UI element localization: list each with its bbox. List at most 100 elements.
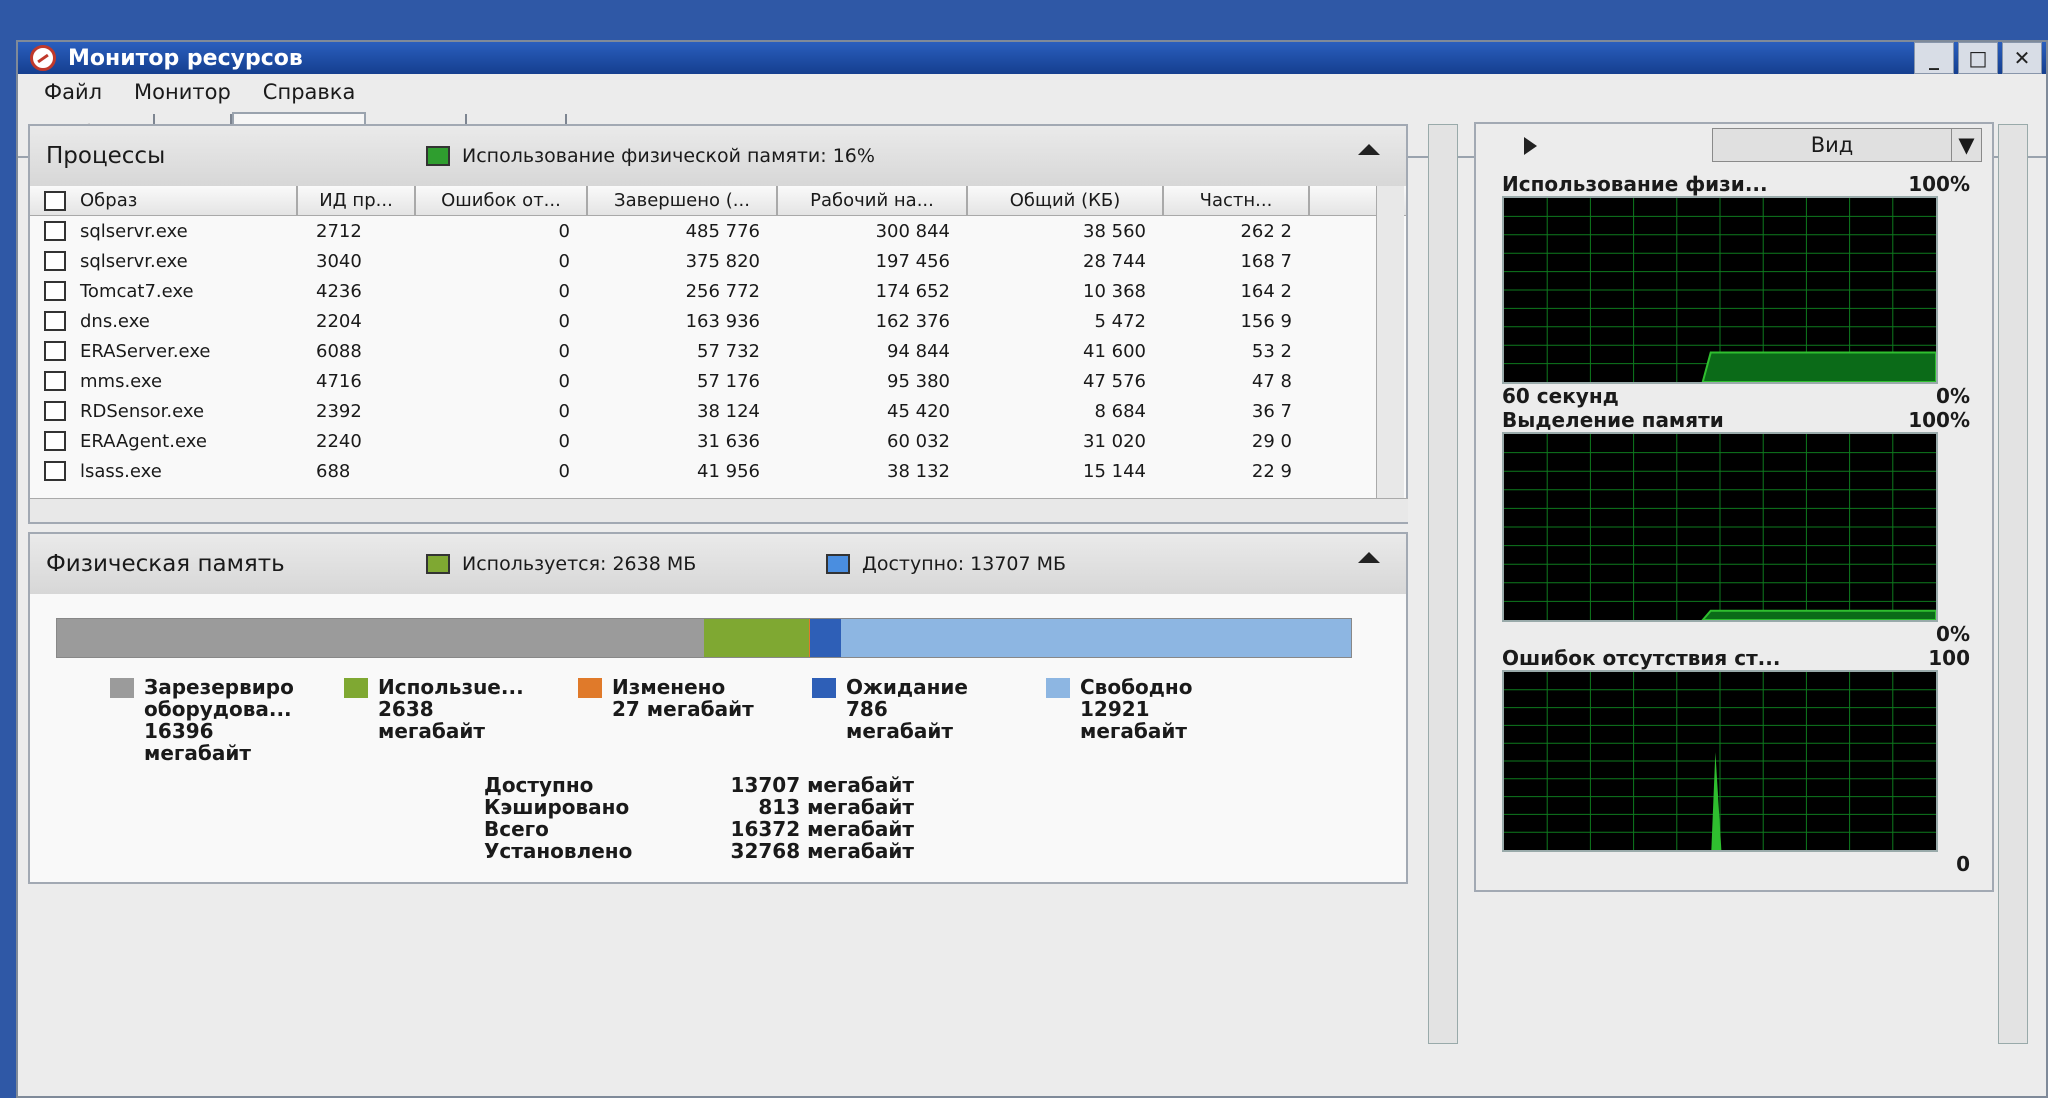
table-cell: 300 844	[875, 220, 950, 242]
title-bar[interactable]: Монитор ресурсов _ □ ✕	[18, 42, 2046, 74]
table-cell: 0	[558, 280, 570, 302]
legend-line: Свободно	[1080, 675, 1193, 699]
collapse-processes-icon[interactable]	[1358, 144, 1380, 155]
table-row[interactable]: ERAAgent.exe 2240 0 31 636 60 032 31 020 29 0	[30, 426, 1406, 456]
graph-footer-row: 0%	[1476, 622, 1992, 646]
process-table-header: Образ ИД пр... Ошибок от... Завершено (... Р…	[30, 186, 1406, 216]
graph-max: 100	[1928, 646, 1970, 670]
table-cell: sqlservr.exe	[30, 251, 298, 272]
legend-line: мегабайт	[378, 719, 485, 743]
table-row[interactable]: sqlservr.exe 3040 0 375 820 197 456 28 744 168…	[30, 246, 1406, 276]
view-dropdown[interactable]: Вид ▼	[1712, 128, 1982, 162]
process-name: mms.exe	[80, 370, 163, 392]
column-header-5[interactable]: Общий (КБ)	[968, 186, 1164, 215]
side-vertical-scrollbar[interactable]	[1998, 124, 2028, 1044]
table-cell: Tomcat7.exe	[30, 281, 298, 302]
table-cell: 375 820	[685, 250, 760, 272]
table-cell: 0	[558, 310, 570, 332]
process-horizontal-scrollbar[interactable]	[30, 498, 1408, 522]
process-checkbox[interactable]	[44, 401, 66, 421]
main-vertical-scrollbar[interactable]	[1428, 124, 1458, 1044]
table-row[interactable]: sqlservr.exe 2712 0 485 776 300 844 38 560 262…	[30, 216, 1406, 246]
chevron-down-icon: ▼	[1951, 129, 1981, 161]
process-name: ERAAgent.exe	[80, 430, 207, 452]
process-checkbox[interactable]	[44, 251, 66, 271]
physical-memory-header[interactable]: Физическая память Используется: 2638 МБ …	[30, 534, 1406, 594]
processes-header[interactable]: Процессы Использование физической памяти…	[30, 126, 1406, 186]
process-name: sqlservr.exe	[80, 250, 188, 272]
process-vertical-scrollbar[interactable]	[1376, 186, 1404, 498]
graph-title-row: Использование физи... 100%	[1476, 172, 1992, 196]
table-cell: 0	[558, 340, 570, 362]
column-header-6[interactable]: Частн...	[1164, 186, 1310, 215]
legend-text: Зарезервиро оборудова... 16396 мегабайт	[144, 676, 294, 764]
process-checkbox[interactable]	[44, 461, 66, 481]
table-cell: 197 456	[875, 250, 950, 272]
close-button[interactable]: ✕	[2002, 42, 2042, 74]
process-checkbox[interactable]	[44, 431, 66, 451]
memory-stats: Доступно 13707 мегабайт Кэшировано 813 мега…	[484, 774, 914, 862]
graph-max: 100%	[1908, 172, 1970, 196]
column-header-0[interactable]: Образ	[30, 186, 298, 215]
graphs-container: Использование физи... 100% 60 секунд 0% Выде…	[1476, 172, 1992, 876]
table-row[interactable]: ERAServer.exe 6088 0 57 732 94 844 41 600 53 2	[30, 336, 1406, 366]
table-row[interactable]: lsass.exe 688 0 41 956 38 132 15 144 22 9	[30, 456, 1406, 486]
table-cell: 688	[316, 460, 351, 482]
collapse-physical-memory-icon[interactable]	[1358, 552, 1380, 563]
table-cell: 2204	[316, 310, 362, 332]
select-all-checkbox[interactable]	[44, 190, 66, 211]
table-row[interactable]: mms.exe 4716 0 57 176 95 380 47 576 47 8	[30, 366, 1406, 396]
physical-memory-panel: Физическая память Используется: 2638 МБ …	[28, 532, 1408, 884]
table-cell: 22 9	[1251, 460, 1292, 482]
process-name: ERAServer.exe	[80, 340, 211, 362]
table-cell: 41 956	[697, 460, 760, 482]
table-cell: 164 2	[1240, 280, 1292, 302]
menu-file[interactable]: Файл	[44, 80, 102, 104]
stat-row: Доступно 13707 мегабайт	[484, 774, 914, 796]
table-cell: 485 776	[685, 220, 760, 242]
process-checkbox[interactable]	[44, 311, 66, 331]
memory-tab-content: Процессы Использование физической памяти…	[28, 124, 1418, 922]
collapse-side-panel-icon[interactable]	[1524, 137, 1537, 155]
legend-line: 786	[846, 697, 888, 721]
graph-block: Выделение памяти 100% 0%	[1476, 408, 1992, 646]
side-panel-header: Вид ▼	[1476, 124, 1992, 168]
legend-line: оборудова...	[144, 697, 292, 721]
available-color-swatch	[826, 554, 850, 574]
table-row[interactable]: dns.exe 2204 0 163 936 162 376 5 472 156 9	[30, 306, 1406, 336]
process-checkbox[interactable]	[44, 371, 66, 391]
process-checkbox[interactable]	[44, 281, 66, 301]
graph-footer-right: 0%	[1936, 622, 1970, 646]
table-row[interactable]: RDSensor.exe 2392 0 38 124 45 420 8 684 36 7	[30, 396, 1406, 426]
legend-swatch	[578, 678, 602, 698]
stat-row: Установлено 32768 мегабайт	[484, 840, 914, 862]
table-cell: 53 2	[1251, 340, 1292, 362]
table-cell: 2712	[316, 220, 362, 242]
menu-help[interactable]: Справка	[263, 80, 356, 104]
column-header-4[interactable]: Рабочий на...	[778, 186, 968, 215]
table-cell: 31 636	[697, 430, 760, 452]
table-cell: 15 144	[1083, 460, 1146, 482]
table-row[interactable]: Tomcat7.exe 4236 0 256 772 174 652 10 368 164 …	[30, 276, 1406, 306]
graph-block: Использование физи... 100% 60 секунд 0%	[1476, 172, 1992, 408]
legend-line: Использue...	[378, 675, 524, 699]
graph-plot	[1504, 198, 1936, 382]
stat-label: Всего	[484, 817, 549, 841]
column-header-2[interactable]: Ошибок от...	[416, 186, 588, 215]
legend-line: Зарезервиро	[144, 675, 294, 699]
process-checkbox[interactable]	[44, 341, 66, 361]
table-cell: sqlservr.exe	[30, 221, 298, 242]
table-cell: 262 2	[1240, 220, 1292, 242]
maximize-button[interactable]: □	[1958, 42, 1998, 74]
table-cell: 8 684	[1094, 400, 1146, 422]
menu-monitor[interactable]: Монитор	[134, 80, 231, 104]
legend-text: Ожидание 786 мегабайт	[846, 676, 968, 742]
window-controls: _ □ ✕	[1914, 42, 2042, 74]
column-header-1[interactable]: ИД пр...	[298, 186, 416, 215]
process-checkbox[interactable]	[44, 221, 66, 241]
column-header-3[interactable]: Завершено (...	[588, 186, 778, 215]
table-cell: 2240	[316, 430, 362, 452]
minimize-button[interactable]: _	[1914, 42, 1954, 74]
legend-swatch	[344, 678, 368, 698]
graph-series	[1701, 609, 1936, 620]
